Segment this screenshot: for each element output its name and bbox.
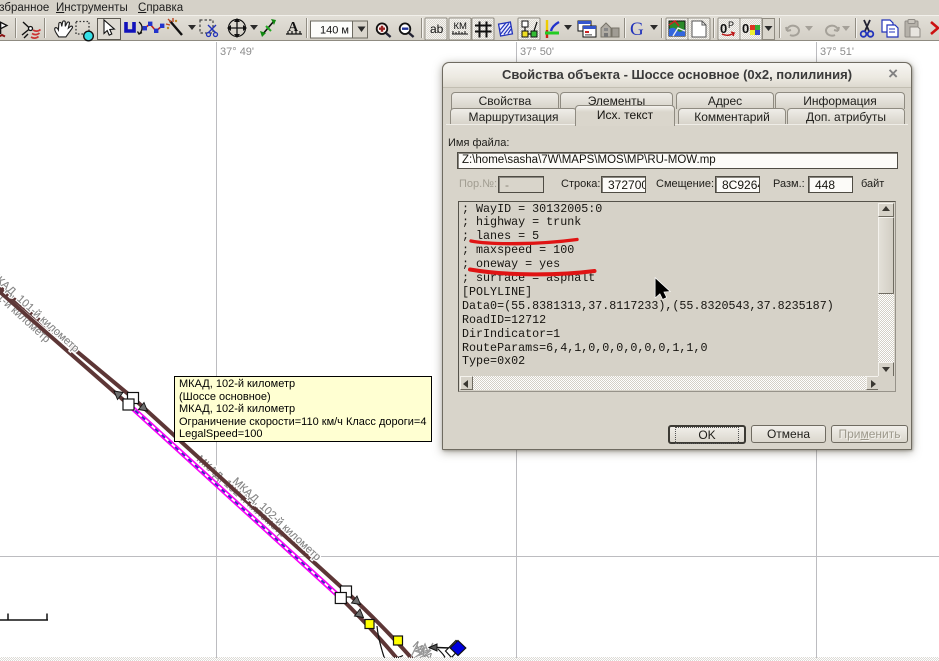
svg-text:0: 0 (720, 21, 727, 36)
svg-text:140 м: 140 м (320, 25, 349, 37)
svg-text:37° 50': 37° 50' (520, 46, 554, 58)
svg-text:0: 0 (742, 21, 749, 36)
svg-text:А: А (288, 20, 299, 35)
svg-text:КМ: КМ (454, 21, 468, 32)
svg-text:P: P (728, 20, 734, 30)
svg-text:37° 51': 37° 51' (820, 46, 854, 58)
svg-text:ab: ab (430, 22, 444, 36)
svg-text:G: G (630, 19, 644, 40)
svg-text:МКАД, 102-й километр: МКАД, 102-й километр (230, 475, 323, 563)
svg-text:37° 49': 37° 49' (220, 46, 254, 58)
